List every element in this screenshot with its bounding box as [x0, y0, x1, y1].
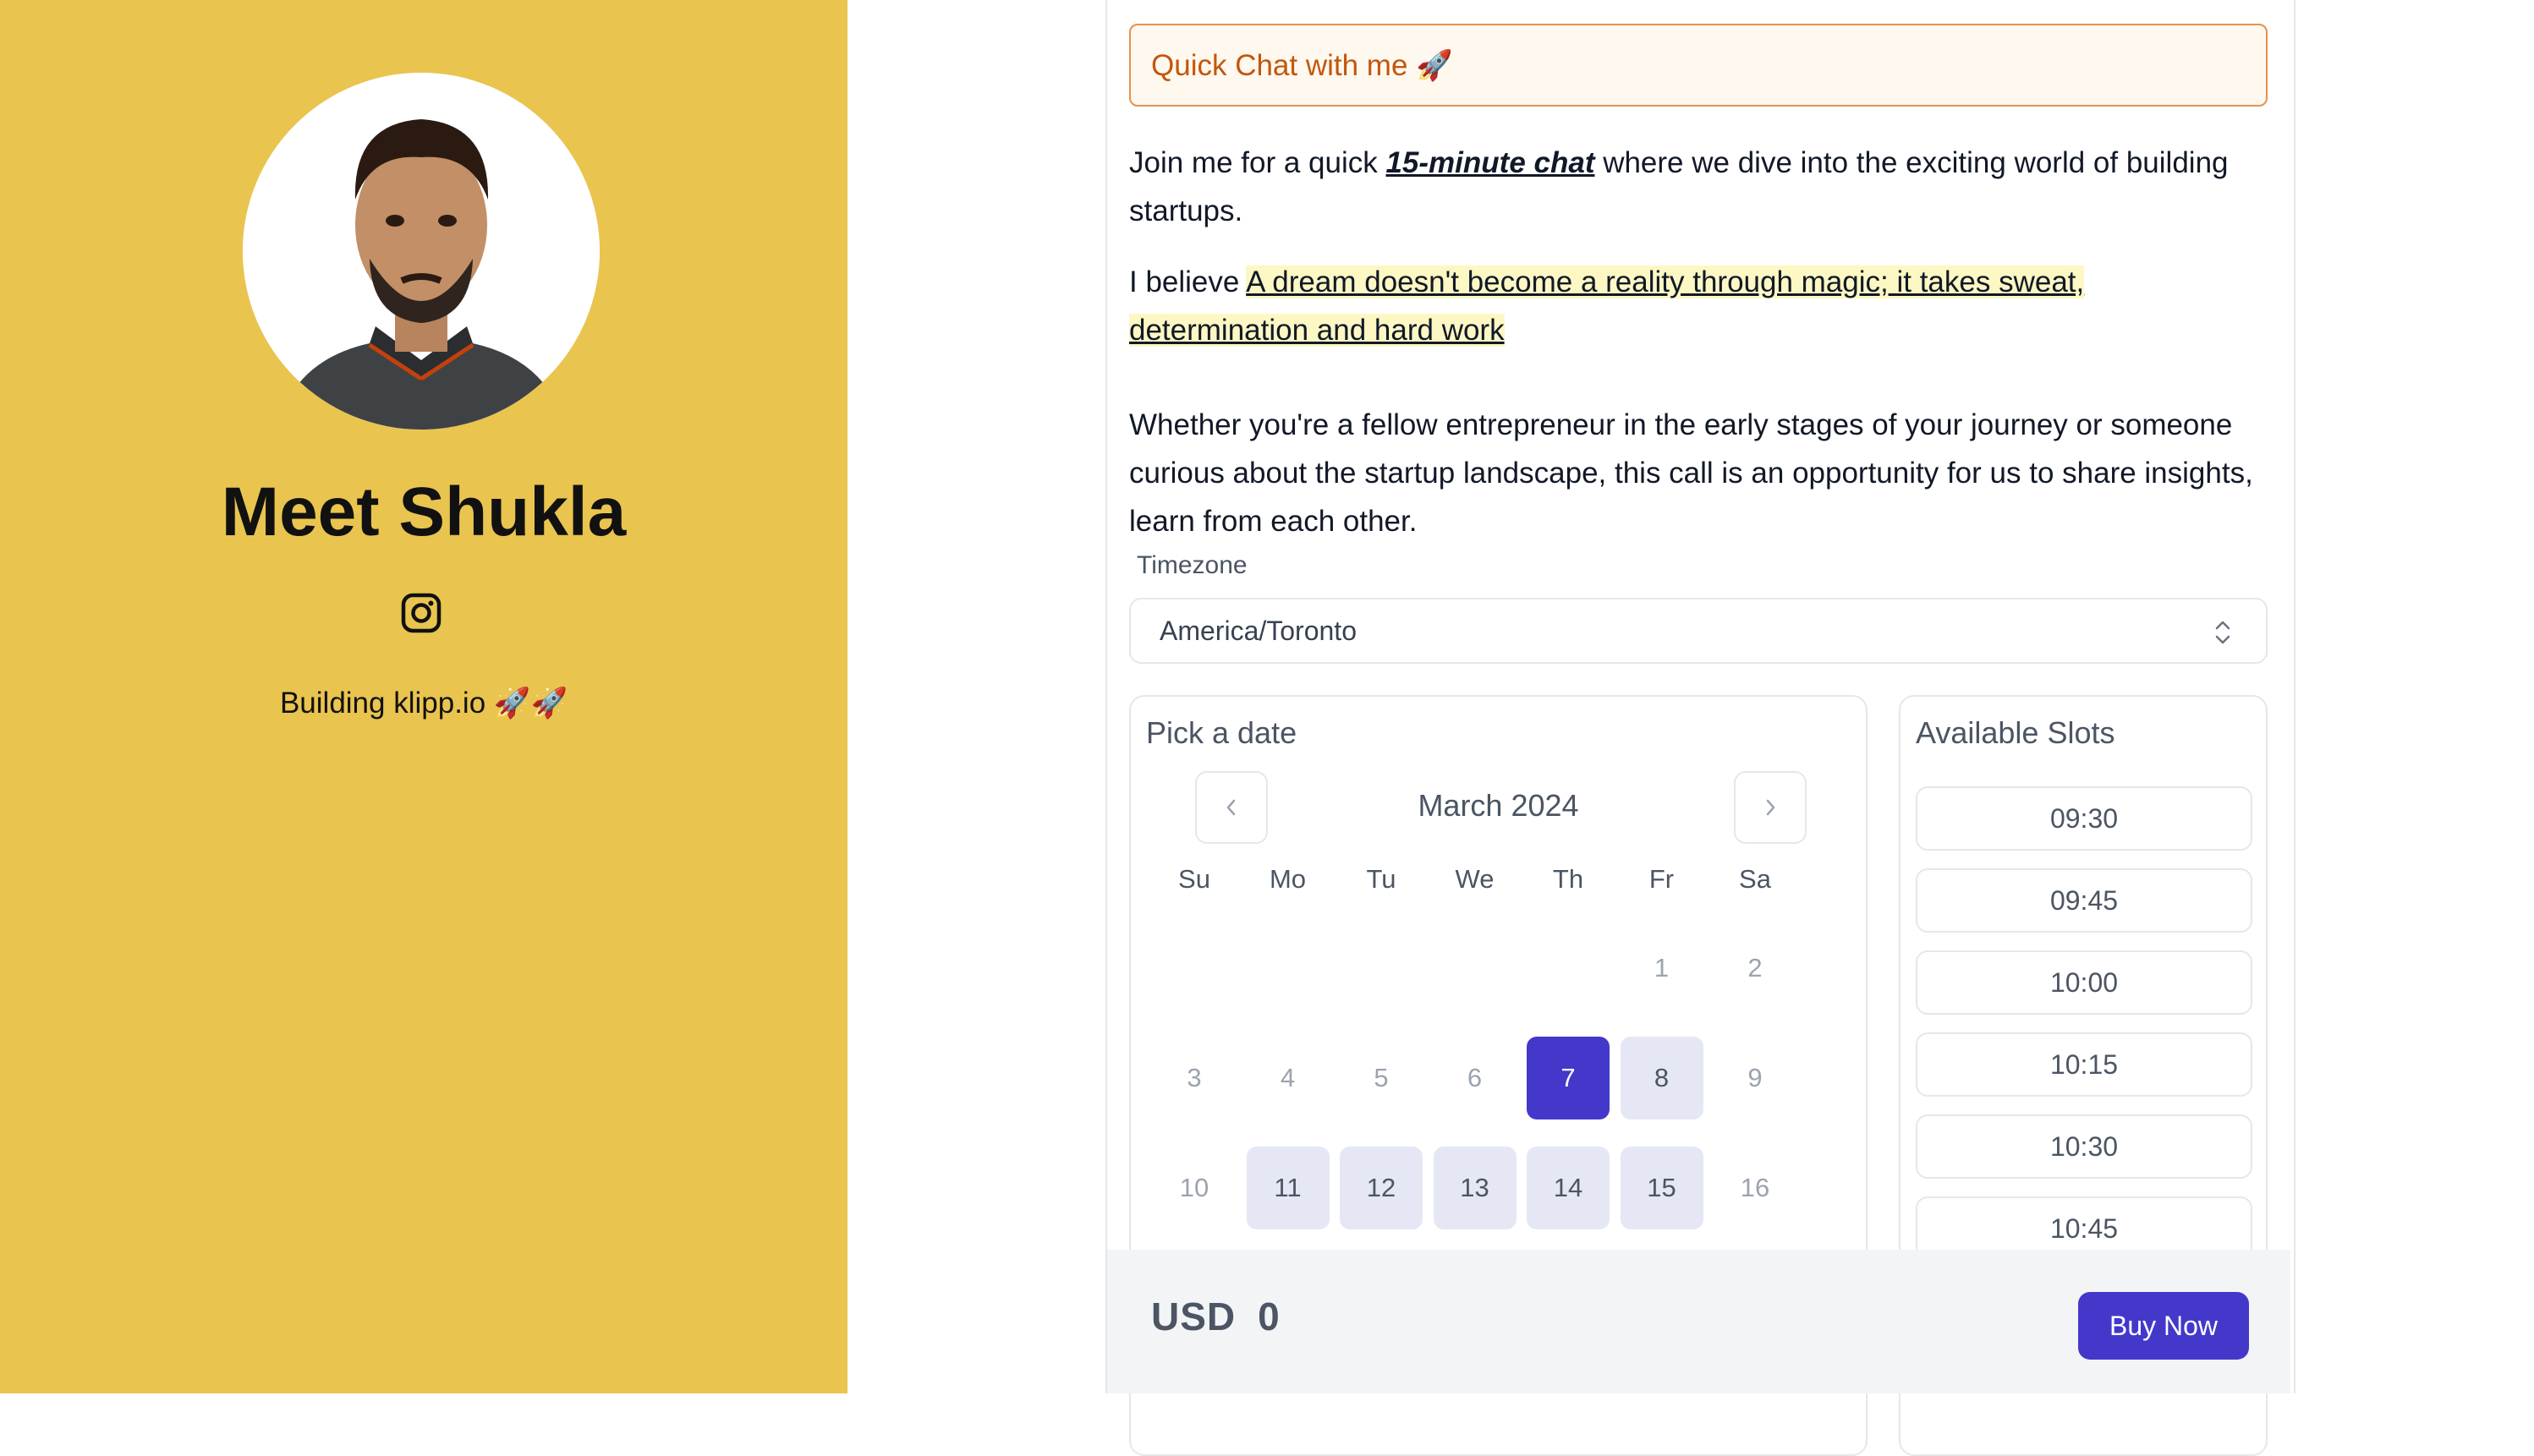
checkout-footer: USD 0 Buy Now [1107, 1250, 2290, 1393]
calendar-day-2: 2 [1747, 953, 1763, 983]
time-slot-button[interactable]: 10:15 [1916, 1032, 2252, 1097]
weekday-label: Th [1552, 864, 1584, 894]
time-slot-button[interactable]: 10:00 [1916, 950, 2252, 1015]
calendar-day-14[interactable]: 14 [1527, 1147, 1610, 1229]
weekday-label: We [1455, 864, 1495, 894]
duration-emphasis: 15-minute chat [1385, 146, 1595, 179]
calendar-day-12[interactable]: 12 [1340, 1147, 1423, 1229]
weekday-label: Tu [1366, 864, 1396, 894]
prev-month-button[interactable] [1195, 771, 1268, 844]
description-paragraph-3: Whether you're a fellow entrepreneur in … [1129, 408, 2253, 538]
price-amount: 0 [1258, 1295, 1281, 1338]
time-slot-button[interactable]: 09:45 [1916, 868, 2252, 933]
timezone-select[interactable]: America/Toronto [1129, 598, 2268, 664]
timezone-label: Timezone [1137, 551, 1248, 579]
event-title-text: Quick Chat with me 🚀 [1151, 48, 1453, 82]
avatar [243, 73, 600, 430]
calendar-day-11[interactable]: 11 [1246, 1147, 1330, 1229]
quote-highlight: A dream doesn't become a reality through… [1129, 265, 2085, 347]
weekday-label: Su [1178, 864, 1210, 894]
chevron-right-icon [1766, 799, 1775, 816]
next-month-button[interactable] [1734, 771, 1807, 844]
slots-title: Available Slots [1916, 715, 2115, 750]
profile-name: Meet Shukla [221, 473, 627, 550]
chevron-left-icon [1226, 799, 1236, 816]
buy-now-button[interactable]: Buy Now [2078, 1292, 2249, 1360]
calendar-day-15[interactable]: 15 [1620, 1147, 1703, 1229]
timezone-value: America/Toronto [1160, 615, 1357, 646]
instagram-icon[interactable] [400, 592, 442, 634]
profile-bio: Building klipp.io 🚀🚀 [279, 687, 568, 720]
calendar-day-7[interactable]: 7 [1527, 1037, 1610, 1119]
calendar-day-16: 16 [1740, 1173, 1770, 1202]
weekday-label: Fr [1648, 864, 1675, 894]
event-title: Quick Chat with me 🚀 [1129, 24, 2268, 107]
calendar-day-13[interactable]: 13 [1433, 1147, 1517, 1229]
description-text: I believe [1129, 265, 1247, 298]
profile-panel: Meet Shukla Building klipp.io 🚀🚀 [0, 0, 847, 1393]
chevron-updown-icon [2215, 621, 2230, 644]
description-paragraph-2: I believe A dream doesn't become a reali… [1129, 258, 2268, 354]
weekday-label: Mo [1269, 864, 1307, 894]
event-description: Join me for a quick 15-minute chat where… [1129, 139, 2268, 545]
description-paragraph-1: Join me for a quick 15-minute chat where… [1129, 139, 2268, 235]
calendar-day-1: 1 [1654, 953, 1670, 983]
calendar-day-9: 9 [1747, 1063, 1763, 1092]
calendar-day-10: 10 [1179, 1173, 1209, 1202]
currency: USD [1151, 1295, 1237, 1338]
price: USD 0 [1151, 1294, 1281, 1339]
description-text: Join me for a quick [1129, 146, 1386, 179]
calendar-day-8[interactable]: 8 [1620, 1037, 1703, 1119]
avatar-portrait [243, 73, 600, 430]
time-slot-button[interactable]: 10:30 [1916, 1114, 2252, 1179]
calendar-day-6: 6 [1467, 1063, 1483, 1092]
calendar-day-3: 3 [1187, 1063, 1202, 1092]
date-picker-title: Pick a date [1146, 715, 1297, 750]
time-slot-button[interactable]: 09:30 [1916, 786, 2252, 851]
weekday-label: Sa [1739, 864, 1771, 894]
calendar-day-4: 4 [1280, 1063, 1296, 1092]
calendar-day-5: 5 [1374, 1063, 1389, 1092]
